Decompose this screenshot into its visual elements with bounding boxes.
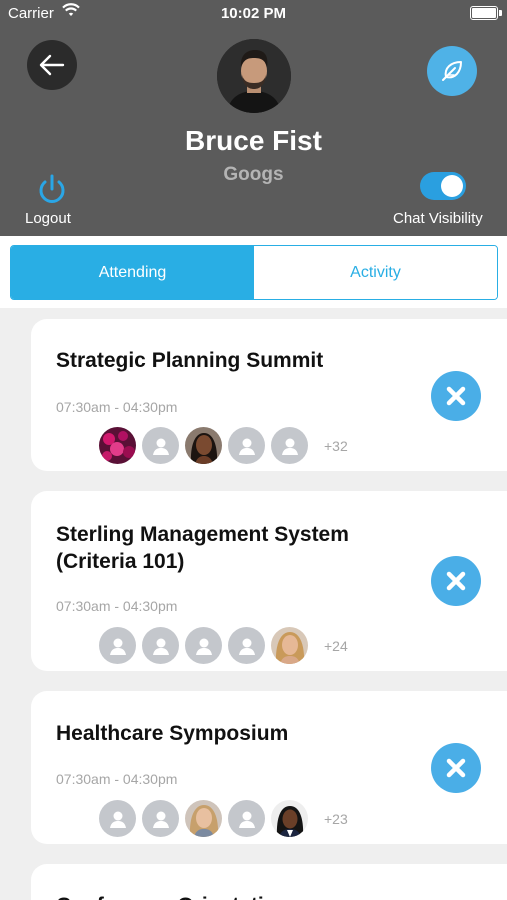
event-title: Conference Orientation bbox=[56, 892, 356, 900]
attendee-list: +23 bbox=[99, 800, 348, 837]
back-button[interactable] bbox=[27, 40, 77, 90]
event-time: 07:30am - 04:30pm bbox=[56, 399, 178, 415]
attendee-avatar bbox=[271, 427, 308, 464]
more-attendees-count: +32 bbox=[324, 437, 348, 454]
event-title: Sterling Management System (Criteria 101… bbox=[56, 523, 349, 573]
attendee-avatar bbox=[185, 427, 222, 464]
attendee-list: +32 bbox=[99, 427, 348, 464]
logout-label[interactable]: Logout bbox=[25, 210, 71, 227]
close-icon bbox=[446, 386, 466, 406]
attendee-list: +24 bbox=[99, 627, 348, 664]
event-card[interactable]: Strategic Planning Summit 07:30am - 04:3… bbox=[31, 319, 507, 471]
attendee-avatar bbox=[228, 627, 265, 664]
arrow-left-icon bbox=[39, 54, 65, 76]
attendee-avatar bbox=[228, 800, 265, 837]
profile-name: Bruce Fist bbox=[185, 125, 322, 156]
more-attendees-count: +24 bbox=[324, 637, 348, 654]
attendee-avatar bbox=[142, 427, 179, 464]
close-icon bbox=[446, 571, 466, 591]
event-card[interactable]: Sterling Management System (Criteria 101… bbox=[31, 491, 507, 671]
profile-header: Carrier 10:02 PM Bruce Fist Googs Logout bbox=[0, 0, 507, 236]
attendee-avatar bbox=[142, 627, 179, 664]
tab-activity[interactable]: Activity bbox=[254, 246, 497, 299]
battery-icon bbox=[470, 6, 502, 20]
remove-event-button[interactable] bbox=[431, 556, 481, 606]
remove-event-button[interactable] bbox=[431, 371, 481, 421]
segmented-tabs: Attending Activity bbox=[10, 245, 498, 300]
tab-attending[interactable]: Attending bbox=[11, 246, 254, 299]
attendee-avatar bbox=[228, 427, 265, 464]
attendee-avatar bbox=[99, 427, 136, 464]
attendee-avatar bbox=[99, 627, 136, 664]
close-icon bbox=[446, 758, 466, 778]
attendee-avatar bbox=[99, 800, 136, 837]
more-attendees-count: +23 bbox=[324, 810, 348, 827]
attendee-avatar bbox=[271, 800, 308, 837]
power-icon[interactable] bbox=[34, 172, 70, 208]
event-card[interactable]: Conference Orientation bbox=[31, 864, 507, 900]
chat-visibility-toggle[interactable] bbox=[420, 172, 466, 200]
event-time: 07:30am - 04:30pm bbox=[56, 598, 178, 614]
attendee-avatar bbox=[185, 627, 222, 664]
feather-icon bbox=[442, 61, 462, 81]
toggle-knob bbox=[441, 175, 463, 197]
tabs-bar: Attending Activity bbox=[0, 236, 507, 308]
status-time: 10:02 PM bbox=[220, 5, 287, 22]
status-bar: Carrier 10:02 PM bbox=[0, 0, 507, 28]
chat-visibility-label: Chat Visibility bbox=[393, 210, 483, 227]
attendee-avatar bbox=[271, 627, 308, 664]
event-time: 07:30am - 04:30pm bbox=[56, 771, 178, 787]
event-card[interactable]: Healthcare Symposium 07:30am - 04:30pm +… bbox=[31, 691, 507, 844]
profile-avatar bbox=[217, 39, 291, 113]
event-title: Healthcare Symposium bbox=[56, 722, 289, 745]
edit-profile-button[interactable] bbox=[427, 46, 477, 96]
event-title: Strategic Planning Summit bbox=[56, 349, 324, 372]
remove-event-button[interactable] bbox=[431, 743, 481, 793]
attendee-avatar bbox=[142, 800, 179, 837]
attendee-avatar bbox=[185, 800, 222, 837]
